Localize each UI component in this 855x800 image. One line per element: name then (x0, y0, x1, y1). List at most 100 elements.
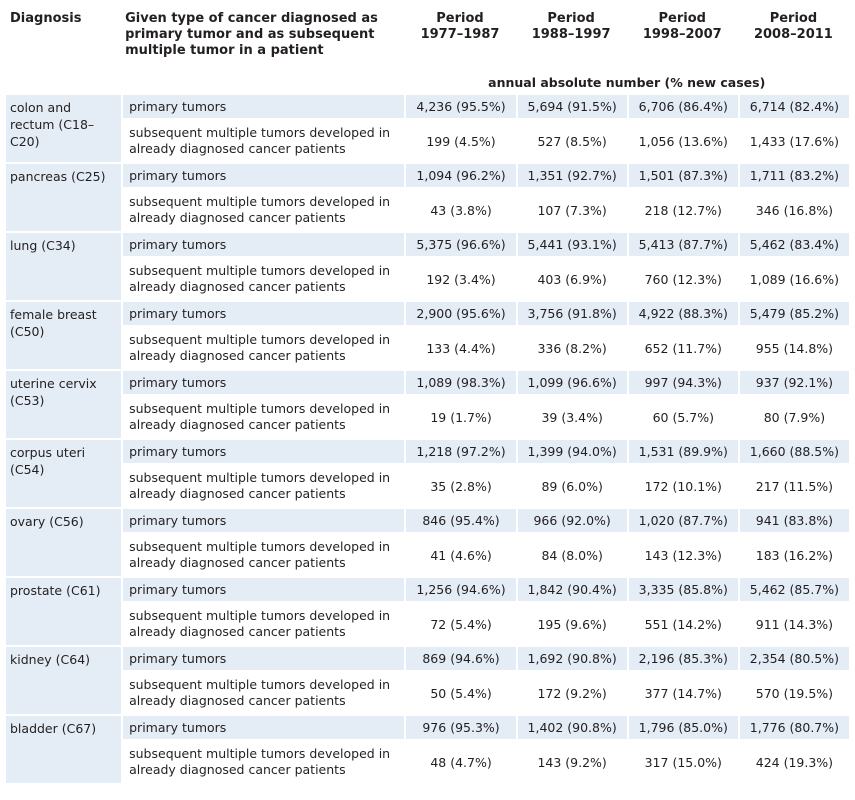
diagnosis-cell: bladder (C67) (6, 716, 122, 785)
value-cell: 2,900 (95.6%) (404, 302, 516, 327)
unit-caption: annual absolute number (% new cases) (488, 75, 766, 90)
tumor-type-cell: subsequent multiple tumors developed in … (121, 534, 405, 578)
value-cell: 1,402 (90.8%) (515, 716, 627, 741)
tumor-type-cell: subsequent multiple tumors developed in … (121, 465, 405, 509)
tumor-type-cell: primary tumors (121, 440, 405, 465)
header-diagnosis: Diagnosis (10, 11, 82, 26)
value-cell: 966 (92.0%) (515, 509, 627, 534)
period-label: Period (658, 11, 706, 26)
period-label: Period (436, 11, 484, 26)
value-cell: 39 (3.4%) (515, 396, 627, 440)
value-cell: 35 (2.8%) (404, 465, 516, 509)
value-cell: 217 (11.5%) (737, 465, 849, 509)
value-cell: 652 (11.7%) (626, 327, 738, 371)
value-cell: 760 (12.3%) (626, 258, 738, 302)
value-cell: 1,089 (16.6%) (737, 258, 849, 302)
value-cell: 199 (4.5%) (404, 120, 516, 164)
value-cell: 48 (4.7%) (404, 741, 516, 785)
tumor-type-cell: subsequent multiple tumors developed in … (121, 396, 405, 440)
value-cell: 5,441 (93.1%) (515, 233, 627, 258)
table-row-primary: ovary (C56) primary tumors 846 (95.4%) 966 … (6, 509, 849, 578)
header-period-2: Period 1988–1997 (516, 0, 627, 71)
value-cell: 1,711 (83.2%) (737, 164, 849, 189)
value-cell: 570 (19.5%) (737, 672, 849, 716)
table-row-primary: lung (C34) primary tumors 5,375 (96.6%) 5,4… (6, 233, 849, 302)
table-row-primary: corpus uteri (C54) primary tumors 1,218 (9… (6, 440, 849, 509)
value-cell: 133 (4.4%) (404, 327, 516, 371)
table-row-primary: bladder (C67) primary tumors 976 (95.3%) 1,… (6, 716, 849, 785)
diagnosis-cell: female breast (C50) (6, 302, 122, 371)
value-cell: 84 (8.0%) (515, 534, 627, 578)
value-cell: 2,354 (80.5%) (737, 647, 849, 672)
period-years: 2008–2011 (753, 27, 833, 42)
value-cell: 403 (6.9%) (515, 258, 627, 302)
value-cell: 941 (83.8%) (737, 509, 849, 534)
diagnosis-cell: pancreas (C25) (6, 164, 122, 233)
tumor-type-cell: subsequent multiple tumors developed in … (121, 603, 405, 647)
table-row-subsequent: subsequent multiple tumors developed in … (6, 396, 849, 440)
table-row-primary: uterine cervix (C53) primary tumors 1,089 … (6, 371, 849, 440)
tumor-type-cell: primary tumors (121, 164, 405, 189)
tumor-type-cell: subsequent multiple tumors developed in … (121, 672, 405, 716)
tumor-type-cell: primary tumors (121, 95, 405, 120)
value-cell: 5,462 (83.4%) (737, 233, 849, 258)
value-cell: 43 (3.8%) (404, 189, 516, 233)
value-cell: 5,413 (87.7%) (626, 233, 738, 258)
table-row-primary: prostate (C61) primary tumors 1,256 (94.6%… (6, 578, 849, 647)
value-cell: 317 (15.0%) (626, 741, 738, 785)
value-cell: 1,351 (92.7%) (515, 164, 627, 189)
tumor-type-cell: subsequent multiple tumors developed in … (121, 258, 405, 302)
header-period-1: Period 1977–1987 (404, 0, 515, 71)
value-cell: 183 (16.2%) (737, 534, 849, 578)
table-row-subsequent: subsequent multiple tumors developed in … (6, 258, 849, 302)
value-cell: 1,692 (90.8%) (515, 647, 627, 672)
value-cell: 1,099 (96.6%) (515, 371, 627, 396)
value-cell: 846 (95.4%) (404, 509, 516, 534)
diagnosis-cell: ovary (C56) (6, 509, 122, 578)
value-cell: 4,922 (88.3%) (626, 302, 738, 327)
value-cell: 172 (10.1%) (626, 465, 738, 509)
value-cell: 1,660 (88.5%) (737, 440, 849, 465)
value-cell: 4,236 (95.5%) (404, 95, 516, 120)
value-cell: 1,531 (89.9%) (626, 440, 738, 465)
header-period-4: Period 2008–2011 (738, 0, 849, 71)
header-row: Diagnosis Given type of cancer diagnosed… (6, 0, 849, 71)
table-row-subsequent: subsequent multiple tumors developed in … (6, 741, 849, 785)
tumor-type-cell: primary tumors (121, 647, 405, 672)
diagnosis-cell: prostate (C61) (6, 578, 122, 647)
value-cell: 527 (8.5%) (515, 120, 627, 164)
cancer-incidence-table: Diagnosis Given type of cancer diagnosed… (6, 0, 849, 785)
value-cell: 1,796 (85.0%) (626, 716, 738, 741)
value-cell: 60 (5.7%) (626, 396, 738, 440)
table-row-primary: colon and rectum (C18–C20) primary tumors… (6, 95, 849, 164)
value-cell: 107 (7.3%) (515, 189, 627, 233)
table-row-subsequent: subsequent multiple tumors developed in … (6, 120, 849, 164)
table-row-subsequent: subsequent multiple tumors developed in … (6, 189, 849, 233)
value-cell: 5,479 (85.2%) (737, 302, 849, 327)
tumor-type-cell: primary tumors (121, 233, 405, 258)
value-cell: 6,706 (86.4%) (626, 95, 738, 120)
value-cell: 377 (14.7%) (626, 672, 738, 716)
value-cell: 1,089 (98.3%) (404, 371, 516, 396)
tumor-type-cell: primary tumors (121, 578, 405, 603)
value-cell: 50 (5.4%) (404, 672, 516, 716)
value-cell: 218 (12.7%) (626, 189, 738, 233)
value-cell: 6,714 (82.4%) (737, 95, 849, 120)
value-cell: 1,433 (17.6%) (737, 120, 849, 164)
tumor-type-cell: primary tumors (121, 302, 405, 327)
value-cell: 336 (8.2%) (515, 327, 627, 371)
period-years: 1977–1987 (420, 27, 500, 42)
value-cell: 2,196 (85.3%) (626, 647, 738, 672)
value-cell: 1,501 (87.3%) (626, 164, 738, 189)
period-years: 1988–1997 (531, 27, 611, 42)
diagnosis-cell: lung (C34) (6, 233, 122, 302)
diagnosis-cell: colon and rectum (C18–C20) (6, 95, 122, 164)
value-cell: 143 (9.2%) (515, 741, 627, 785)
value-cell: 955 (14.8%) (737, 327, 849, 371)
value-cell: 19 (1.7%) (404, 396, 516, 440)
value-cell: 5,375 (96.6%) (404, 233, 516, 258)
value-cell: 72 (5.4%) (404, 603, 516, 647)
value-cell: 5,462 (85.7%) (737, 578, 849, 603)
value-cell: 937 (92.1%) (737, 371, 849, 396)
table-row-primary: female breast (C50) primary tumors 2,900 (… (6, 302, 849, 371)
